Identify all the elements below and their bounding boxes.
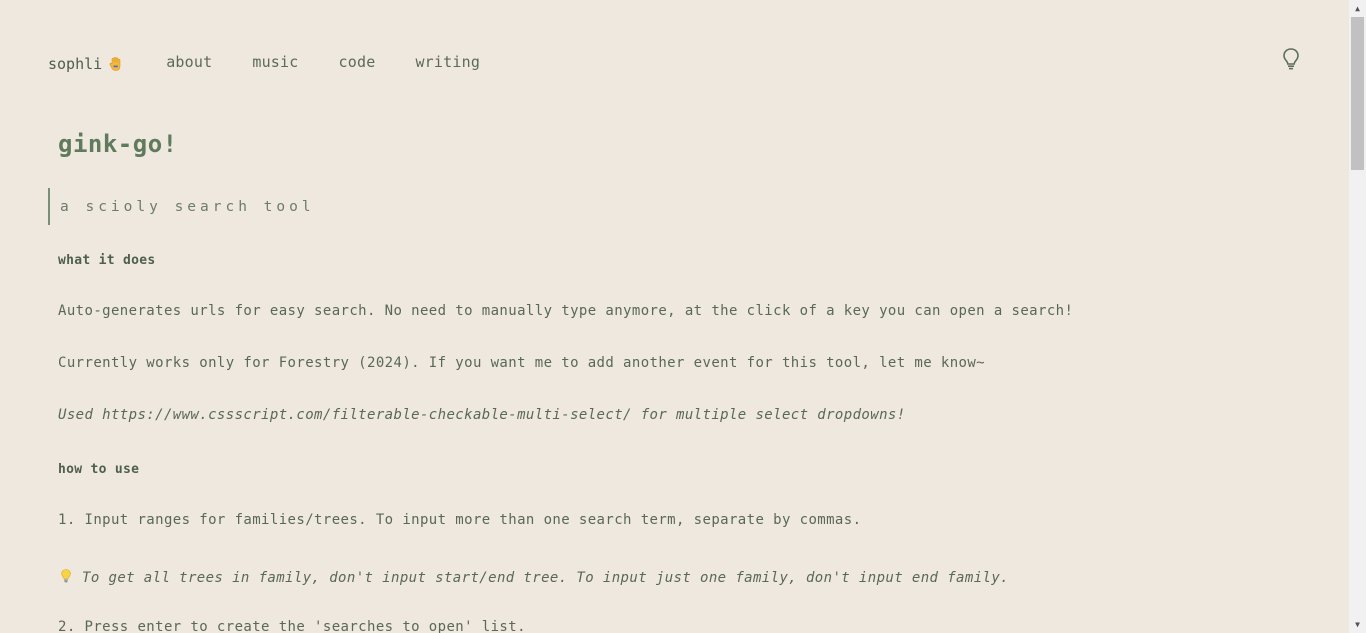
- lightbulb-emoji-icon: [61, 569, 71, 583]
- step-1-text: 1. Input ranges for families/trees. To i…: [58, 512, 862, 528]
- scroll-down-arrow-icon[interactable]: ▼: [1349, 616, 1366, 633]
- scrollbar-thumb[interactable]: [1351, 17, 1364, 170]
- page: sophli about music code writing gink-go!…: [0, 0, 1366, 633]
- top-nav: sophli about music code writing: [48, 50, 480, 74]
- what-it-does-heading: what it does: [58, 253, 156, 268]
- raised-hand-icon: [109, 56, 121, 71]
- vertical-scrollbar[interactable]: ▲ ▼: [1349, 0, 1366, 633]
- lightbulb-icon[interactable]: [1280, 47, 1302, 71]
- credits-link[interactable]: Used https://www.cssscript.com/filterabl…: [58, 407, 906, 423]
- tip-text: To get all trees in family, don't input …: [82, 570, 1010, 586]
- brand-name: sophli: [48, 54, 103, 73]
- nav-music-link[interactable]: music: [252, 53, 298, 71]
- brand-link[interactable]: sophli: [48, 55, 124, 73]
- nav-writing-link[interactable]: writing: [415, 53, 480, 71]
- availability-paragraph: Currently works only for Forestry (2024)…: [58, 355, 986, 371]
- step-2-text: 2. Press enter to create the 'searches t…: [58, 619, 526, 633]
- page-subtitle: a scioly search tool: [48, 188, 315, 225]
- nav-code-link[interactable]: code: [339, 53, 376, 71]
- how-to-use-heading: how to use: [58, 462, 140, 477]
- main-content: gink-go! a scioly search tool what it do…: [48, 130, 1308, 633]
- credits-paragraph: Used https://www.cssscript.com/filterabl…: [58, 407, 906, 423]
- nav-about-link[interactable]: about: [166, 53, 212, 71]
- subtitle-text: a scioly search tool: [60, 198, 315, 215]
- tip-paragraph: To get all trees in family, don't input …: [58, 568, 1009, 586]
- description-paragraph: Auto-generates urls for easy search. No …: [58, 303, 1074, 319]
- scroll-up-arrow-icon[interactable]: ▲: [1349, 0, 1366, 17]
- page-title: gink-go!: [58, 130, 178, 158]
